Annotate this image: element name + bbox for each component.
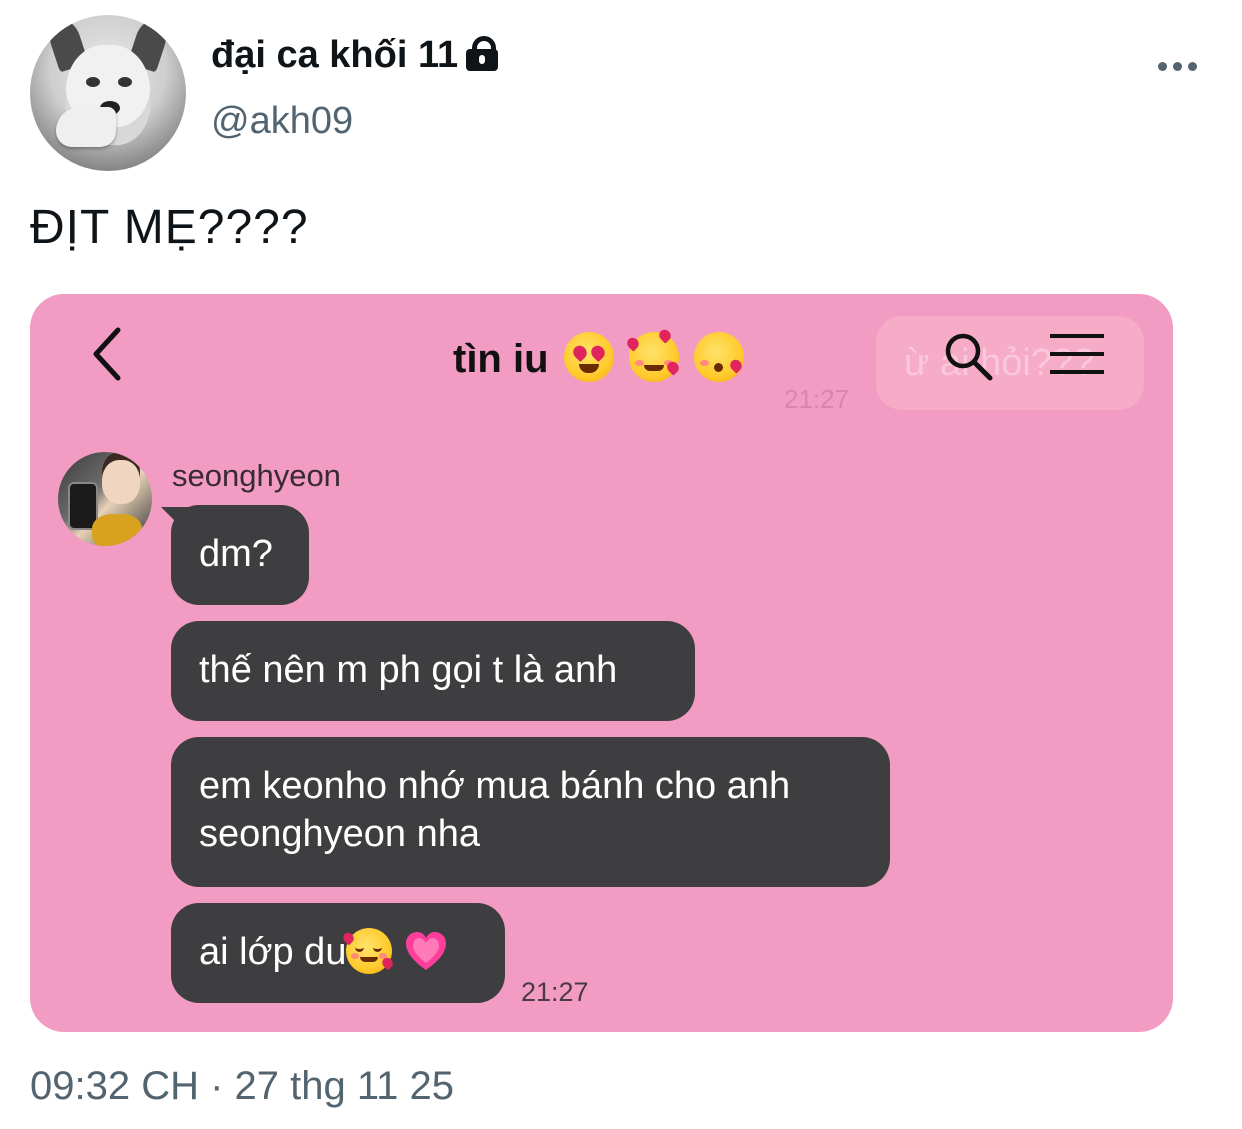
message-bubble[interactable]: dm?: [171, 505, 309, 605]
message-text: thế nên m ph gọi t là anh: [199, 649, 618, 691]
avatar-dog-eye: [118, 77, 132, 87]
tweet-timestamp[interactable]: 09:32 CH · 27 thg 11 25: [30, 1064, 454, 1109]
search-icon[interactable]: [942, 330, 994, 382]
author-display-name-row[interactable]: đại ca khối 11: [211, 34, 499, 77]
message-time: 21:27: [521, 977, 589, 1007]
back-chevron-icon: [93, 327, 121, 381]
heart-eyes-emoji: [563, 332, 614, 382]
growing-heart-icon: [406, 932, 447, 970]
ghost-time: 21:27: [784, 384, 850, 414]
tweet-text: ĐỊT MẸ????: [30, 201, 309, 254]
author-display-name[interactable]: đại ca khối 11: [211, 34, 458, 76]
smiling-face-with-hearts-emoji: [624, 327, 681, 382]
more-horizontal-icon[interactable]: [1158, 58, 1202, 74]
message-text: ai lớp du: [199, 931, 347, 973]
contact-name: seonghyeon: [172, 458, 341, 493]
tweet-media-image[interactable]: ừ ai hỏi??? 21:27 tìn iu seonghyeon dm?: [30, 294, 1173, 1032]
menu-icon[interactable]: [1048, 332, 1106, 376]
avatar-dog-eye: [86, 77, 100, 87]
message-text: dm?: [199, 533, 273, 575]
message-bubble[interactable]: thế nên m ph gọi t là anh: [171, 621, 695, 721]
face-blowing-kiss-emoji: [693, 332, 745, 382]
contact-avatar[interactable]: [58, 452, 152, 546]
message-bubble[interactable]: em keonho nhớ mua bánh cho anh seonghyeo…: [171, 737, 890, 887]
message-text: em keonho nhớ mua bánh cho anh seonghyeo…: [199, 765, 791, 855]
chat-title-row: tìn iu: [453, 327, 745, 382]
avatar-pointing-hand: [56, 107, 116, 147]
author-handle[interactable]: @akh09: [211, 100, 353, 143]
lock-icon: [464, 36, 499, 71]
smiling-face-with-hearts-emoji: [341, 928, 396, 974]
author-avatar[interactable]: [30, 15, 186, 171]
message-bubble[interactable]: ai lớp du: [171, 903, 505, 1003]
chat-title: tìn iu: [453, 337, 549, 381]
